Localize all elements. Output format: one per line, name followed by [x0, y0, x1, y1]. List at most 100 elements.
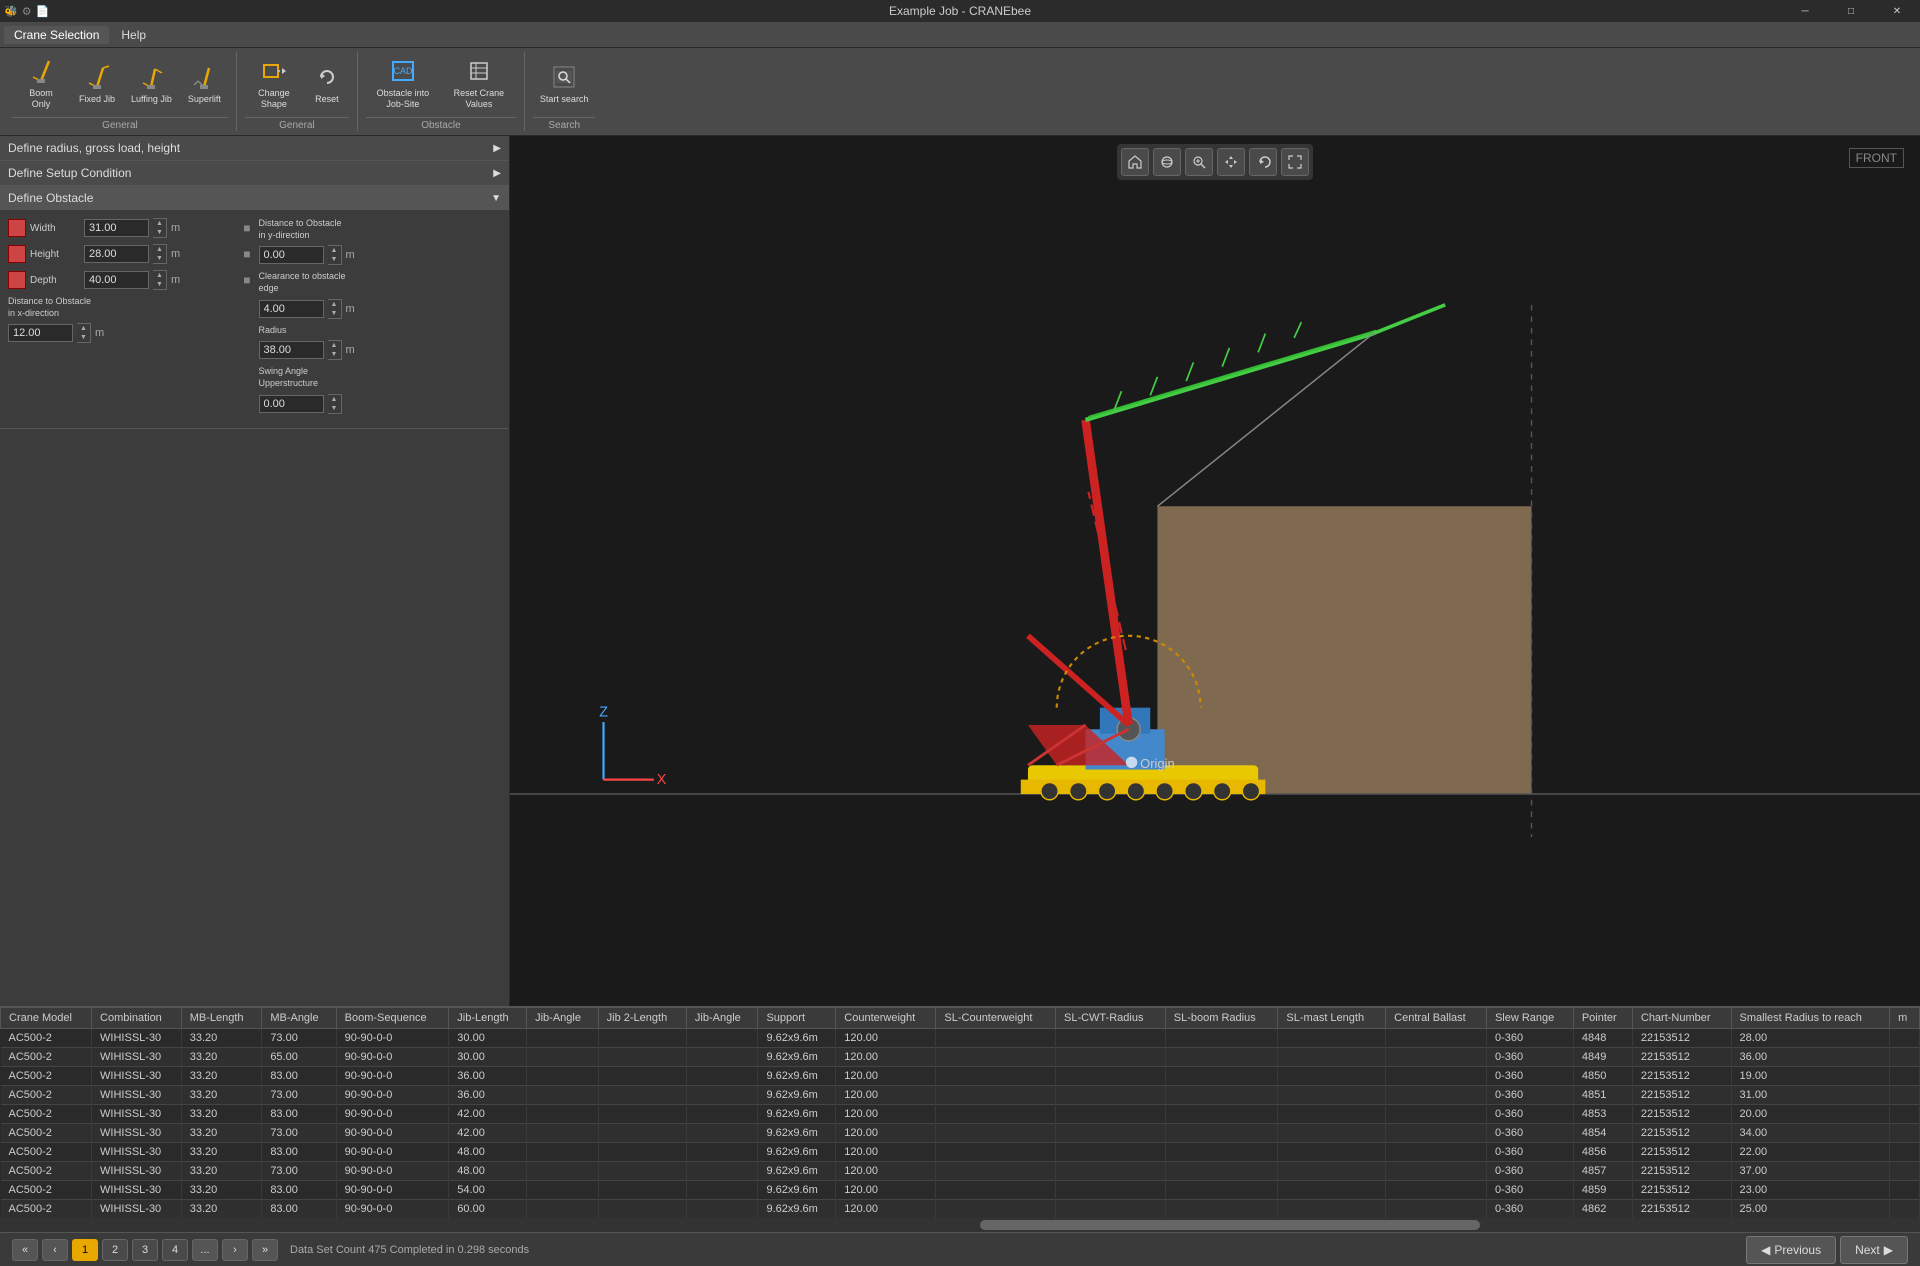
section-radius-height-header[interactable]: Define radius, gross load, height ▶ [0, 136, 509, 160]
col-mb-angle[interactable]: MB-Angle [262, 1008, 336, 1029]
swing-up[interactable]: ▲ [328, 395, 341, 404]
col-combination[interactable]: Combination [92, 1008, 182, 1029]
obstacle-form: Width ▲ ▼ m ■ Height ▲ ▼ m ■ Depth ▲ ▼ m… [0, 210, 509, 428]
zoom-fit-button[interactable] [1185, 148, 1213, 176]
table-row[interactable]: AC500-2WIHISSL-3033.2083.0090-90-0-048.0… [1, 1143, 1920, 1162]
undo-button[interactable] [1249, 148, 1277, 176]
orbit-button[interactable] [1153, 148, 1181, 176]
start-search-button[interactable]: Start search [533, 58, 596, 109]
dist-x-input[interactable] [8, 324, 73, 342]
col-slew-range[interactable]: Slew Range [1486, 1008, 1573, 1029]
swing-input[interactable] [259, 395, 324, 413]
width-up[interactable]: ▲ [153, 219, 166, 228]
start-search-label: Start search [540, 94, 589, 104]
height-up[interactable]: ▲ [153, 245, 166, 254]
dist-y-input[interactable] [259, 246, 324, 264]
table-row[interactable]: AC500-2WIHISSL-3033.2073.0090-90-0-030.0… [1, 1029, 1920, 1048]
prev-button[interactable]: ◀ Previous [1746, 1236, 1836, 1264]
radius-r-dn[interactable]: ▼ [328, 350, 341, 359]
table-row[interactable]: AC500-2WIHISSL-3033.2073.0090-90-0-042.0… [1, 1124, 1920, 1143]
height-dn[interactable]: ▼ [153, 254, 166, 263]
dist-x-up[interactable]: ▲ [77, 324, 90, 333]
clearance-input[interactable] [259, 300, 324, 318]
page-4-button[interactable]: 4 [162, 1239, 188, 1261]
dist-y-up[interactable]: ▲ [328, 246, 341, 255]
table-container[interactable]: Crane Model Combination MB-Length MB-Ang… [0, 1007, 1920, 1218]
close-button[interactable]: ✕ [1874, 0, 1920, 22]
table-row[interactable]: AC500-2WIHISSL-3033.2083.0090-90-0-054.0… [1, 1181, 1920, 1200]
clearance-dn[interactable]: ▼ [328, 309, 341, 318]
table-row[interactable]: AC500-2WIHISSL-3033.2073.0090-90-0-036.0… [1, 1086, 1920, 1105]
col-m[interactable]: m [1890, 1008, 1920, 1029]
col-pointer[interactable]: Pointer [1573, 1008, 1632, 1029]
dist-x-dn[interactable]: ▼ [77, 333, 90, 342]
fullscreen-button[interactable] [1281, 148, 1309, 176]
page-prev-small-button[interactable]: ‹ [42, 1239, 68, 1261]
col-sl-cwt-radius[interactable]: SL-CWT-Radius [1055, 1008, 1165, 1029]
col-sl-mast-length[interactable]: SL-mast Length [1278, 1008, 1386, 1029]
page-1-button[interactable]: 1 [72, 1239, 98, 1261]
table-cell-5-10: 120.00 [836, 1124, 936, 1143]
height-input[interactable] [84, 245, 149, 263]
luffing-jib-button[interactable]: Luffing Jib [124, 58, 179, 110]
col-support[interactable]: Support [758, 1008, 836, 1029]
table-hscrollbar[interactable] [0, 1218, 1920, 1232]
page-3-button[interactable]: 3 [132, 1239, 158, 1261]
pagination: « ‹ 1 2 3 4 ... › » Data Set Count 475 C… [0, 1232, 1920, 1266]
section-obstacle-header[interactable]: Define Obstacle ▼ [0, 186, 509, 210]
width-dn[interactable]: ▼ [153, 228, 166, 237]
col-crane-model[interactable]: Crane Model [1, 1008, 92, 1029]
table-cell-4-20 [1890, 1105, 1920, 1124]
reset-crane-values-button[interactable]: Reset Crane Values [442, 52, 516, 115]
home-button[interactable] [1121, 148, 1149, 176]
col-central-ballast[interactable]: Central Ballast [1386, 1008, 1487, 1029]
col-counterweight[interactable]: Counterweight [836, 1008, 936, 1029]
depth-up[interactable]: ▲ [153, 271, 166, 280]
table-row[interactable]: AC500-2WIHISSL-3033.2083.0090-90-0-036.0… [1, 1067, 1920, 1086]
change-shape-button[interactable]: Change Shape [245, 52, 303, 115]
width-input[interactable] [84, 219, 149, 237]
depth-icon[interactable] [8, 271, 26, 289]
page-first-button[interactable]: « [12, 1239, 38, 1261]
menu-help[interactable]: Help [111, 26, 156, 44]
next-button[interactable]: Next ▶ [1840, 1236, 1908, 1264]
col-chart-number[interactable]: Chart-Number [1632, 1008, 1731, 1029]
clearance-up[interactable]: ▲ [328, 300, 341, 309]
col-smallest-radius[interactable]: Smallest Radius to reach [1731, 1008, 1890, 1029]
col-sl-boom-radius[interactable]: SL-boom Radius [1165, 1008, 1278, 1029]
height-icon[interactable] [8, 245, 26, 263]
pan-button[interactable] [1217, 148, 1245, 176]
col-boom-sequence[interactable]: Boom-Sequence [336, 1008, 449, 1029]
table-cell-6-1: WIHISSL-30 [92, 1143, 182, 1162]
depth-input[interactable] [84, 271, 149, 289]
page-last-button[interactable]: » [252, 1239, 278, 1261]
fixed-jib-button[interactable]: Fixed Jib [72, 58, 122, 110]
page-2-button[interactable]: 2 [102, 1239, 128, 1261]
menu-crane-selection[interactable]: Crane Selection [4, 26, 109, 44]
depth-dn[interactable]: ▼ [153, 280, 166, 289]
col-sl-counterweight[interactable]: SL-Counterweight [936, 1008, 1056, 1029]
obstacle-job-site-button[interactable]: CAD Obstacle into Job-Site [366, 52, 440, 115]
section-setup-condition-header[interactable]: Define Setup Condition ▶ [0, 161, 509, 185]
swing-dn[interactable]: ▼ [328, 404, 341, 413]
radius-r-input[interactable] [259, 341, 324, 359]
reset-button[interactable]: Reset [305, 58, 349, 109]
col-jib-angle2[interactable]: Jib-Angle [686, 1008, 758, 1029]
minimize-button[interactable]: ─ [1782, 0, 1828, 22]
table-row[interactable]: AC500-2WIHISSL-3033.2073.0090-90-0-048.0… [1, 1162, 1920, 1181]
table-hscrollbar-thumb[interactable] [980, 1220, 1480, 1230]
table-row[interactable]: AC500-2WIHISSL-3033.2083.0090-90-0-042.0… [1, 1105, 1920, 1124]
width-icon[interactable] [8, 219, 26, 237]
superlift-button[interactable]: Superlift [181, 58, 228, 110]
table-row[interactable]: AC500-2WIHISSL-3033.2065.0090-90-0-030.0… [1, 1048, 1920, 1067]
maximize-button[interactable]: □ [1828, 0, 1874, 22]
page-next-small-button[interactable]: › [222, 1239, 248, 1261]
col-jib-angle[interactable]: Jib-Angle [527, 1008, 599, 1029]
col-mb-length[interactable]: MB-Length [181, 1008, 262, 1029]
boom-only-button[interactable]: Boom Only [12, 52, 70, 115]
col-jib-length[interactable]: Jib-Length [449, 1008, 527, 1029]
table-row[interactable]: AC500-2WIHISSL-3033.2083.0090-90-0-060.0… [1, 1200, 1920, 1219]
col-jib2-length[interactable]: Jib 2-Length [598, 1008, 686, 1029]
dist-y-dn[interactable]: ▼ [328, 255, 341, 264]
radius-r-up[interactable]: ▲ [328, 341, 341, 350]
